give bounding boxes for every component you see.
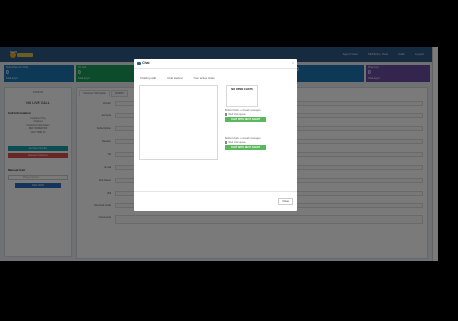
tab-chat-started[interactable]: Chat started [167,76,182,80]
chat-tabs: Chatting with Chat started Your active c… [140,76,215,80]
chat-group-1: Bottled chats + unread messages Web chat… [225,109,266,122]
chat-next-button[interactable]: CHAT WITH NEXT AGENT [225,145,266,150]
modal-title: Chat [142,61,150,65]
close-button[interactable]: Close [278,198,293,205]
checkbox-label: Web chat queue [228,113,246,116]
checkbox-label: Web chat queue [228,141,246,144]
chat-list[interactable] [139,85,218,160]
chat-next-button[interactable]: CHAT WITH NEXT AGENT [225,117,266,122]
checkbox[interactable] [225,141,228,144]
modal-footer: Close [134,191,297,211]
chat-icon [137,62,141,65]
group-title: Bottled chats + unread messages [225,109,261,112]
group-title: Bottled chats + unread messages [225,137,261,140]
close-icon[interactable]: × [292,61,294,65]
chat-group-2: Bottled chats + unread messages Web chat… [225,137,266,150]
queue-checkbox-row[interactable]: Web chat queue [225,141,266,144]
tab-active-chats[interactable]: Your active chats [193,76,214,80]
open-chats-box: NO OPEN CHATS [226,85,258,107]
chat-modal: Chat × Chatting with Chat started Your a… [134,59,297,211]
modal-header: Chat × [134,59,297,69]
tab-chatting-with[interactable]: Chatting with [140,76,156,80]
queue-checkbox-row[interactable]: Web chat queue [225,113,266,116]
checkbox[interactable] [225,113,228,116]
